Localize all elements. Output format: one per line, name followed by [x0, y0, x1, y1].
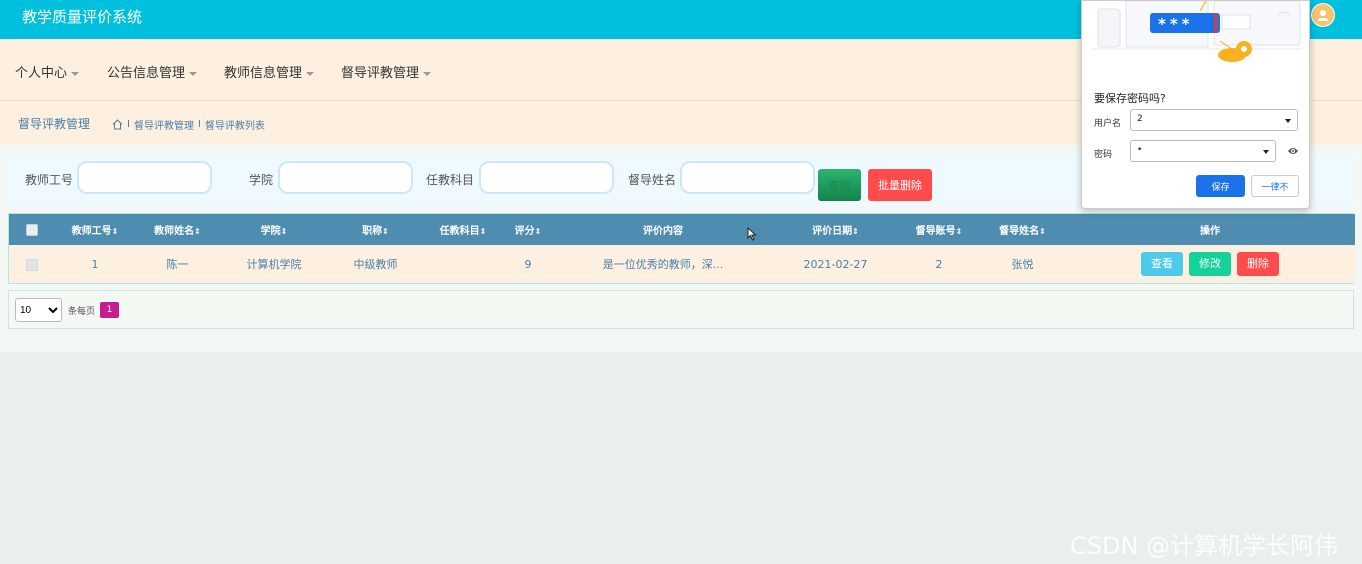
search-button[interactable]: 查询: [818, 169, 861, 201]
select-all-checkbox[interactable]: [26, 223, 38, 236]
sort-icon: ⇕: [955, 227, 963, 236]
sort-icon: ⇕: [111, 227, 119, 236]
cell-teacher-name: 陈一: [166, 258, 189, 271]
menu-supervision-management[interactable]: 督导评教管理: [341, 62, 432, 81]
caret-down-icon: [71, 71, 80, 76]
sort-icon: ⇕: [534, 227, 542, 236]
subject-input[interactable]: [479, 161, 614, 194]
breadcrumb-item: 督导评教列表: [204, 121, 265, 132]
column-header[interactable]: 任教科目⇕: [423, 214, 503, 245]
teacher-id-label: 教师工号: [25, 173, 74, 187]
password-illustration: [1092, 1, 1302, 62]
college-label: 学院: [249, 173, 274, 187]
user-icon: [1317, 10, 1329, 21]
supervisor-name-label: 督导姓名: [628, 173, 677, 187]
sort-icon: ⇕: [1039, 227, 1046, 236]
username-field[interactable]: 2: [1130, 109, 1298, 131]
cell-date: 2021-02-27: [803, 257, 868, 271]
cell-title: 中级教师: [353, 258, 398, 271]
cell-content: 是一位优秀的教师，深...: [602, 258, 724, 271]
subject-label: 任教科目: [426, 173, 475, 187]
column-header[interactable]: 评价日期⇕: [773, 214, 898, 245]
college-input[interactable]: [278, 161, 413, 194]
save-password-button[interactable]: 保存: [1196, 175, 1245, 197]
cell-college: 计算机学院: [246, 258, 302, 271]
row-checkbox[interactable]: [26, 258, 38, 271]
teacher-id-input[interactable]: [77, 161, 212, 194]
pagination: 10 条每页 1: [8, 290, 1354, 329]
cell-actions: 查看 修改 删除: [1065, 245, 1355, 283]
column-header[interactable]: 督导姓名⇕: [980, 214, 1065, 245]
cell-supervisor-account: 2: [935, 257, 943, 271]
caret-down-icon: [306, 71, 315, 76]
sort-icon: ⇕: [852, 227, 859, 236]
sort-icon: ⇕: [280, 227, 288, 236]
menu-teacher-management[interactable]: 教师信息管理: [224, 62, 315, 81]
app-title: 教学质量评价系统: [22, 8, 143, 26]
sort-icon: ⇕: [382, 227, 389, 236]
column-header[interactable]: 评分⇕: [503, 214, 553, 245]
never-save-button[interactable]: 一律不: [1251, 175, 1299, 197]
save-password-dialog: *** 要保存密码吗? 用户名 2 密码 • 保存 一律不: [1081, 0, 1310, 209]
mouse-cursor-icon: [747, 227, 757, 241]
password-stars: ***: [1158, 15, 1194, 33]
per-page-label: 条每页: [68, 307, 96, 317]
password-field[interactable]: •: [1130, 140, 1276, 162]
password-label: 密码: [1094, 150, 1113, 160]
column-header[interactable]: 职称⇕: [328, 214, 423, 245]
delete-button[interactable]: 删除: [1237, 252, 1279, 276]
table-header: 教师工号⇕ 教师姓名⇕ 学院⇕ 职称⇕ 任教科目⇕ 评分⇕ 评价内容 评价日期⇕…: [9, 214, 1355, 245]
data-table: 教师工号⇕ 教师姓名⇕ 学院⇕ 职称⇕ 任教科目⇕ 评分⇕ 评价内容 评价日期⇕…: [8, 213, 1355, 284]
dropdown-icon: [1285, 119, 1291, 123]
view-button[interactable]: 查看: [1141, 252, 1183, 276]
cell-score: 9: [524, 257, 532, 271]
page-size-select[interactable]: 10: [15, 298, 62, 322]
cell-subject: [423, 245, 503, 283]
supervisor-name-input[interactable]: [680, 161, 815, 194]
cell-supervisor-name: 张悦: [1011, 258, 1034, 271]
eye-icon[interactable]: [1287, 146, 1299, 156]
table-row: 1 陈一 计算机学院 中级教师 9 是一位优秀的教师，深... 2021-02-…: [9, 245, 1355, 283]
caret-down-icon: [189, 71, 198, 76]
home-icon[interactable]: [112, 119, 123, 130]
dropdown-icon: [1263, 150, 1269, 154]
edit-button[interactable]: 修改: [1189, 252, 1231, 276]
column-header: 操作: [1200, 226, 1220, 237]
column-header[interactable]: 督导账号⇕: [898, 214, 980, 245]
cell-teacher-id: 1: [91, 257, 99, 271]
save-password-question: 要保存密码吗?: [1094, 92, 1166, 105]
avatar[interactable]: [1311, 3, 1335, 27]
breadcrumb: I 督导评教管理 I 督导评教列表: [112, 117, 265, 132]
page-number-button[interactable]: 1: [100, 302, 119, 318]
sort-icon: ⇕: [479, 227, 487, 236]
watermark: CSDN @计算机学长阿伟: [1070, 532, 1339, 560]
username-label: 用户名: [1094, 119, 1122, 129]
page-title: 督导评教管理: [18, 117, 91, 131]
column-header[interactable]: 教师姓名⇕: [135, 214, 220, 245]
menu-notice-management[interactable]: 公告信息管理: [107, 62, 198, 81]
column-header[interactable]: 教师工号⇕: [55, 214, 135, 245]
sort-icon: ⇕: [194, 227, 201, 236]
menu-personal-center[interactable]: 个人中心: [15, 62, 80, 81]
batch-delete-button[interactable]: 批量删除: [868, 169, 932, 201]
caret-down-icon: [423, 71, 432, 76]
breadcrumb-item[interactable]: 督导评教管理: [134, 117, 194, 132]
column-header[interactable]: 学院⇕: [220, 214, 328, 245]
column-header: 评价内容: [643, 226, 683, 237]
